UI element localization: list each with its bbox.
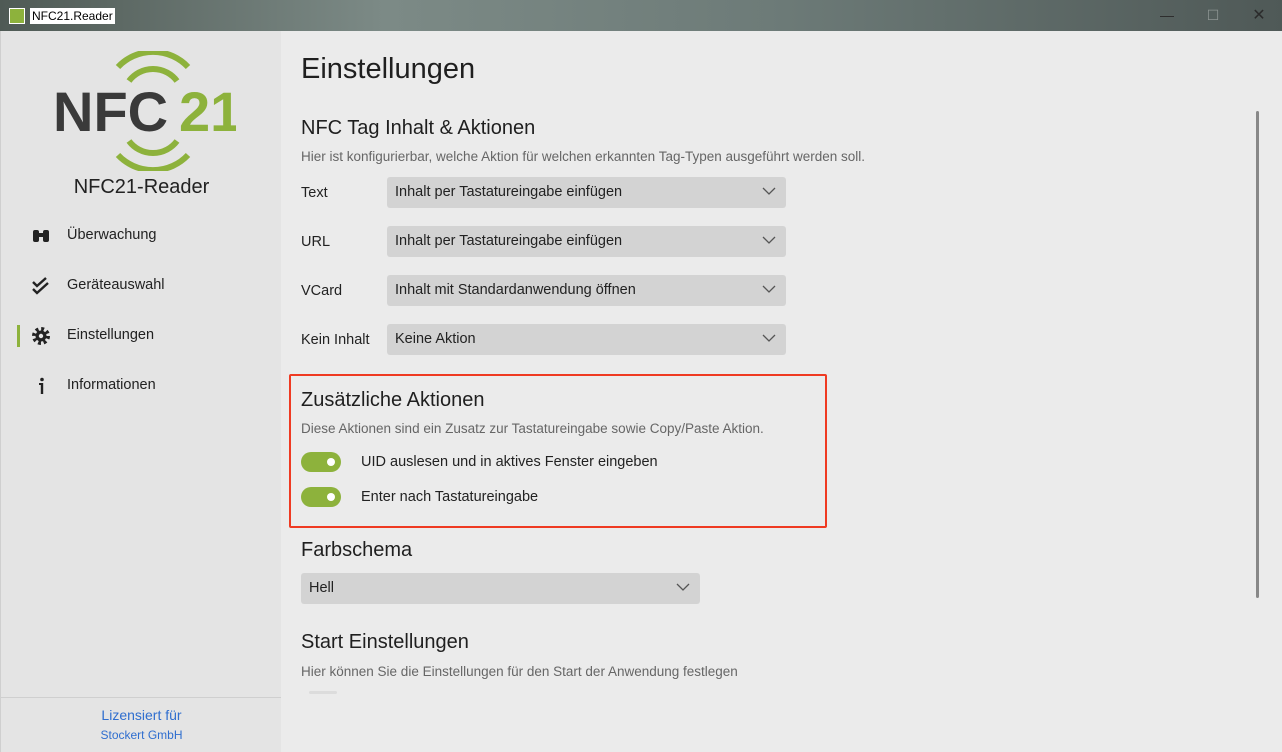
- color-section-title: Farbschema: [301, 539, 413, 561]
- vcard-action-select[interactable]: Inhalt mit Standardanwendung öffnen: [387, 275, 786, 306]
- select-value: Inhalt mit Standardanwendung öffnen: [395, 282, 636, 298]
- app-icon: [9, 8, 25, 24]
- info-icon: [39, 377, 44, 394]
- sidebar-item-geraeteauswahl[interactable]: Geräteauswahl: [1, 266, 282, 306]
- row-label-kein-inhalt: Kein Inhalt: [301, 332, 370, 348]
- title-bar: NFC21.Reader — ☐ ✕: [0, 0, 1282, 31]
- gear-icon: [32, 327, 50, 345]
- sidebar-item-ueberwachung[interactable]: Überwachung: [1, 216, 282, 256]
- close-button[interactable]: ✕: [1236, 0, 1282, 31]
- toggle-knob: [327, 458, 335, 466]
- page-title: Einstellungen: [301, 53, 476, 85]
- uid-toggle[interactable]: [301, 452, 341, 472]
- text-action-select[interactable]: Inhalt per Tastatureingabe einfügen: [387, 177, 786, 208]
- sidebar-item-label: Geräteauswahl: [67, 277, 165, 293]
- nfc21-logo: NFC 21: [53, 51, 236, 171]
- sidebar: NFC 21 NFC21-Reader Überwachung Geräteau…: [0, 31, 282, 752]
- sidebar-item-einstellungen[interactable]: Einstellungen: [1, 316, 282, 356]
- scrollbar[interactable]: [1256, 111, 1259, 598]
- active-indicator: [17, 325, 20, 347]
- maximize-button[interactable]: ☐: [1190, 0, 1236, 31]
- binoculars-icon: [33, 230, 49, 242]
- uid-toggle-label: UID auslesen und in aktives Fenster eing…: [361, 454, 658, 470]
- select-value: Hell: [309, 580, 334, 596]
- start-toggle[interactable]: [309, 691, 337, 694]
- nfc-section-description: Hier ist konfigurierbar, welche Aktion f…: [301, 149, 866, 164]
- window-title: NFC21.Reader: [30, 8, 115, 24]
- chevron-down-icon: [762, 187, 776, 195]
- sidebar-item-informationen[interactable]: Informationen: [1, 366, 282, 406]
- sidebar-divider: [1, 697, 282, 698]
- main-content: Einstellungen NFC Tag Inhalt & Aktionen …: [281, 31, 1282, 752]
- double-check-icon: [32, 277, 49, 295]
- url-action-select[interactable]: Inhalt per Tastatureingabe einfügen: [387, 226, 786, 257]
- chevron-down-icon: [676, 583, 690, 591]
- select-value: Inhalt per Tastatureingabe einfügen: [395, 184, 623, 200]
- row-label-text: Text: [301, 185, 328, 201]
- sidebar-item-label: Einstellungen: [67, 327, 155, 343]
- enter-toggle-label: Enter nach Tastatureingabe: [361, 489, 539, 505]
- kein-inhalt-action-select[interactable]: Keine Aktion: [387, 324, 786, 355]
- license-company[interactable]: Stockert GmbH: [1, 728, 282, 742]
- app-name: NFC21-Reader: [73, 176, 210, 198]
- toggle-knob: [327, 493, 335, 501]
- row-label-url: URL: [301, 234, 331, 250]
- chevron-down-icon: [762, 285, 776, 293]
- start-section-title: Start Einstellungen: [301, 631, 469, 653]
- sidebar-item-label: Überwachung: [67, 227, 157, 243]
- select-value: Keine Aktion: [395, 331, 476, 347]
- sidebar-item-label: Informationen: [67, 377, 156, 393]
- svg-text:21: 21: [179, 80, 236, 143]
- start-section-description: Hier können Sie die Einstellungen für de…: [301, 664, 738, 679]
- row-label-vcard: VCard: [301, 283, 343, 299]
- chevron-down-icon: [762, 334, 776, 342]
- color-scheme-select[interactable]: Hell: [301, 573, 700, 604]
- nfc-section-title: NFC Tag Inhalt & Aktionen: [301, 117, 536, 139]
- select-value: Inhalt per Tastatureingabe einfügen: [395, 233, 623, 249]
- chevron-down-icon: [762, 236, 776, 244]
- license-link[interactable]: Lizensiert für: [1, 707, 282, 723]
- extra-section-title: Zusätzliche Aktionen: [301, 389, 485, 411]
- minimize-button[interactable]: —: [1144, 0, 1190, 31]
- enter-toggle[interactable]: [301, 487, 341, 507]
- extra-section-description: Diese Aktionen sind ein Zusatz zur Tasta…: [301, 421, 764, 436]
- svg-text:NFC: NFC: [53, 80, 168, 143]
